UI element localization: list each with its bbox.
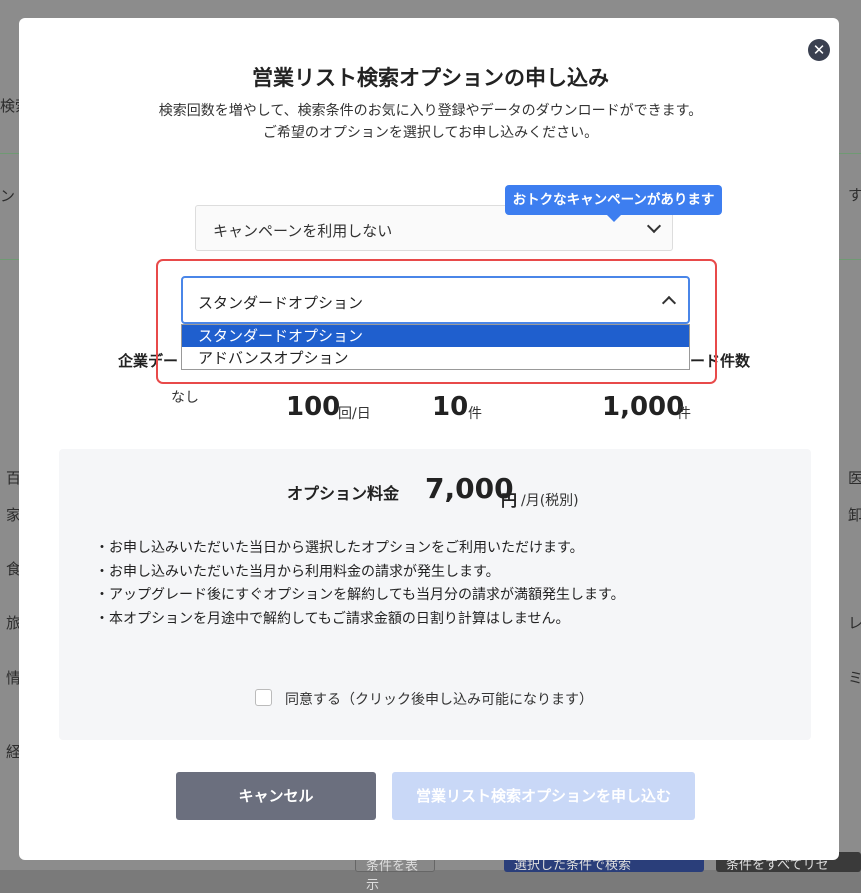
fee-period: /月(税別) [521, 493, 579, 509]
bg-text: ミ [848, 669, 861, 687]
fee-label: オプション料金 [287, 484, 400, 503]
feature-value-none: なし [171, 390, 199, 406]
option-dropdown-list: スタンダードオプション アドバンスオプション [181, 324, 690, 370]
option-select-value: スタンダードオプション [198, 294, 364, 312]
feature-value-favorites: 10 [432, 392, 469, 422]
bg-text: ン [0, 187, 16, 205]
chevron-down-icon [646, 218, 662, 234]
bg-text: 医 [848, 469, 861, 487]
chevron-up-icon [661, 295, 677, 311]
note-item: ・アップグレード後にすぐオプションを解約しても当月分の請求が満額発生します。 [95, 587, 625, 603]
cancel-button[interactable]: キャンセル [176, 772, 376, 820]
feature-unit-searches: 回/日 [338, 406, 371, 422]
agree-label[interactable]: 同意する（クリック後申し込み可能になります） [285, 689, 593, 709]
feature-unit-favorites: 件 [468, 406, 482, 422]
bg-text: レ [848, 614, 861, 632]
campaign-tooltip: おトクなキャンペーンがあります [505, 185, 722, 215]
option-item-standard[interactable]: スタンダードオプション [182, 325, 689, 347]
feature-value-downloads: 1,000 [602, 392, 685, 422]
bg-text: 卸 [848, 506, 861, 524]
campaign-select-value: キャンペーンを利用しない [213, 222, 393, 240]
apply-button[interactable]: 営業リスト検索オプションを申し込む [392, 772, 695, 820]
option-item-advance[interactable]: アドバンスオプション [182, 347, 689, 369]
modal-subtitle-line-2: ご希望のオプションを選択してお申し込みください。 [262, 125, 599, 141]
note-item: ・お申し込みいただいた当月から利用料金の請求が発生します。 [95, 564, 500, 580]
modal-title: 営業リスト検索オプションの申し込み [252, 66, 609, 90]
feature-value-searches: 100 [286, 392, 341, 422]
agree-checkbox[interactable] [255, 689, 272, 706]
feature-unit-downloads: 件 [677, 406, 691, 422]
option-select[interactable]: スタンダードオプション [181, 276, 690, 324]
modal-subtitle-line-1: 検索回数を増やして、検索条件のお気に入り登録やデータのダウンロードができます。 [158, 103, 703, 119]
bg-text: す [848, 186, 861, 204]
note-item: ・お申し込みいただいた当日から選択したオプションをご利用いただけます。 [95, 540, 584, 556]
fee-currency: 円 [501, 491, 518, 510]
tooltip-arrow [607, 215, 621, 222]
note-item: ・本オプションを月途中で解約してもご請求金額の日割り計算はしません。 [95, 611, 570, 627]
close-icon[interactable]: ✕ [808, 39, 830, 61]
